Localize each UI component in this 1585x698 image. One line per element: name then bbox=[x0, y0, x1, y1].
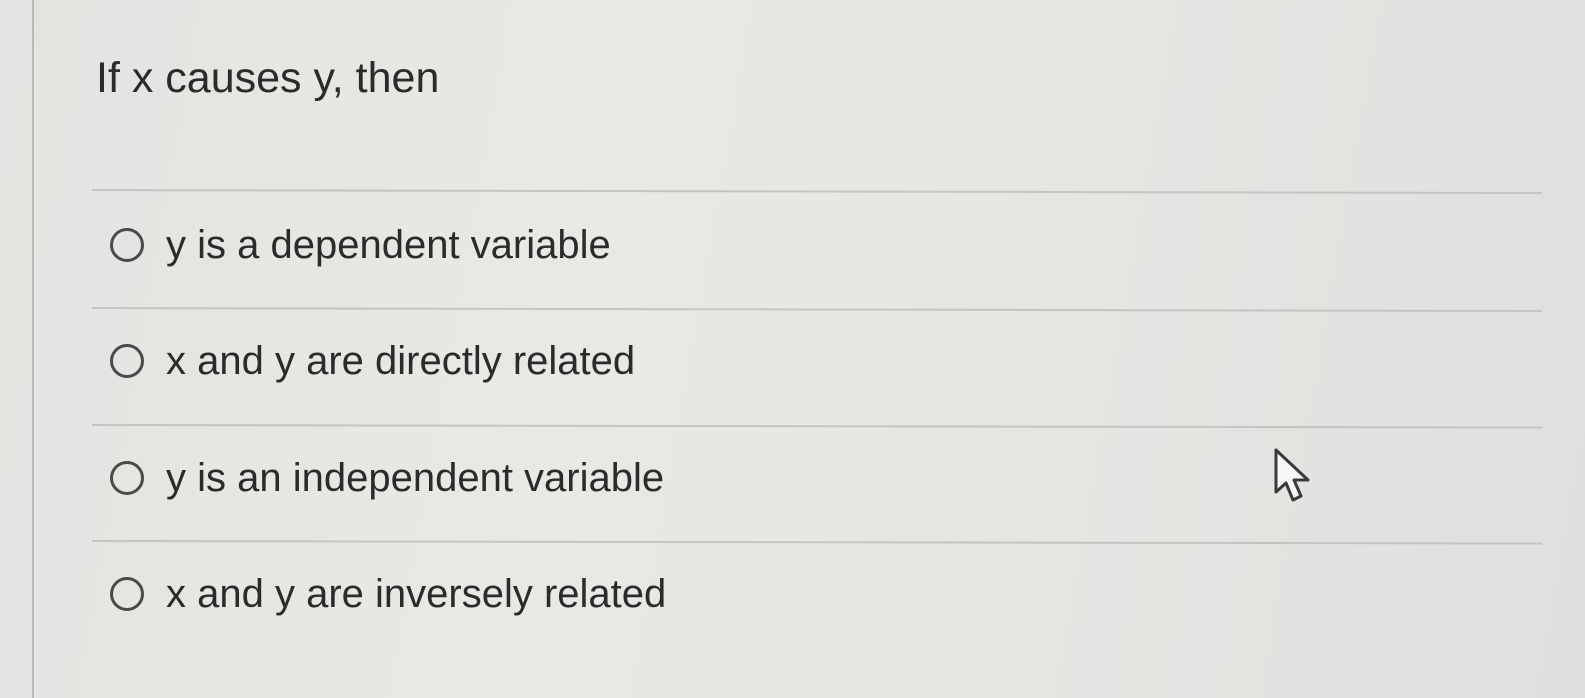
radio-button[interactable] bbox=[110, 344, 144, 378]
answer-label: x and y are inversely related bbox=[166, 572, 667, 616]
divider bbox=[91, 189, 1542, 195]
divider bbox=[91, 424, 1542, 429]
quiz-question: If x causes y, then y is a dependent var… bbox=[0, 0, 1585, 698]
radio-button[interactable] bbox=[110, 461, 144, 495]
answer-label: x and y are directly related bbox=[166, 339, 636, 383]
answer-label: y is an independent variable bbox=[166, 456, 665, 500]
radio-button[interactable] bbox=[110, 577, 144, 611]
answer-option-2[interactable]: x and y are directly related bbox=[110, 334, 635, 388]
answer-option-4[interactable]: x and y are inversely related bbox=[110, 567, 666, 621]
answer-label: y is a dependent variable bbox=[166, 223, 611, 267]
question-text: If x causes y, then bbox=[96, 54, 440, 102]
answer-option-1[interactable]: y is a dependent variable bbox=[110, 218, 611, 272]
answer-option-3[interactable]: y is an independent variable bbox=[110, 451, 664, 505]
divider bbox=[91, 540, 1542, 545]
radio-button[interactable] bbox=[110, 228, 144, 262]
arrow-pointer-icon bbox=[1274, 448, 1310, 502]
divider bbox=[91, 307, 1542, 313]
